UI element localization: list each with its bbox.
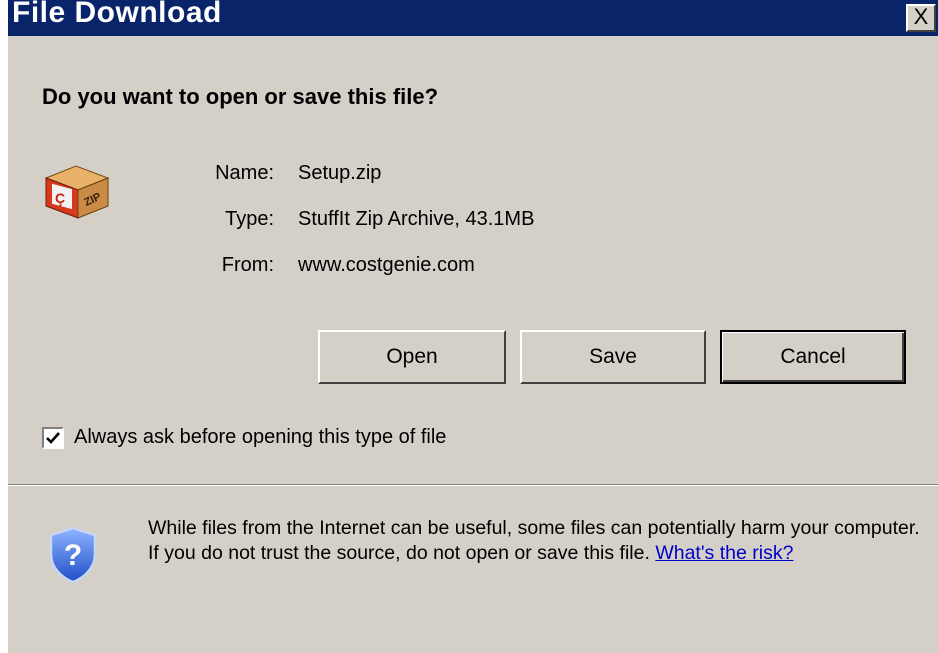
close-button[interactable]: X xyxy=(906,4,936,32)
section-divider xyxy=(8,484,938,486)
dialog-question: Do you want to open or save this file? xyxy=(42,84,439,109)
security-shield-question-icon: ? xyxy=(49,526,97,584)
zip-archive-icon: Ç ZIP xyxy=(44,165,110,219)
file-type-value: StuffIt Zip Archive, 43.1MB xyxy=(298,208,535,230)
title-bar[interactable]: File Download X xyxy=(8,0,938,36)
warning-message: While files from the Internet can be use… xyxy=(148,517,920,564)
open-button[interactable]: Open xyxy=(318,330,506,384)
type-label: Type: xyxy=(225,208,274,230)
cancel-button[interactable]: Cancel xyxy=(720,330,906,384)
name-label: Name: xyxy=(215,162,274,184)
file-download-dialog: File Download X Do you want to open or s… xyxy=(8,0,938,653)
file-name-value: Setup.zip xyxy=(298,162,382,184)
from-label: From: xyxy=(221,254,274,276)
security-warning: While files from the Internet can be use… xyxy=(148,516,928,566)
window-title: File Download xyxy=(12,0,222,29)
always-ask-checkbox[interactable] xyxy=(42,427,64,449)
always-ask-label[interactable]: Always ask before opening this type of f… xyxy=(74,426,446,449)
whats-the-risk-link[interactable]: What's the risk? xyxy=(655,542,793,564)
svg-text:Ç: Ç xyxy=(55,190,65,206)
save-button[interactable]: Save xyxy=(520,330,706,384)
svg-text:?: ? xyxy=(64,539,82,572)
file-source-value: www.costgenie.com xyxy=(298,254,475,276)
checkmark-icon xyxy=(46,432,60,444)
